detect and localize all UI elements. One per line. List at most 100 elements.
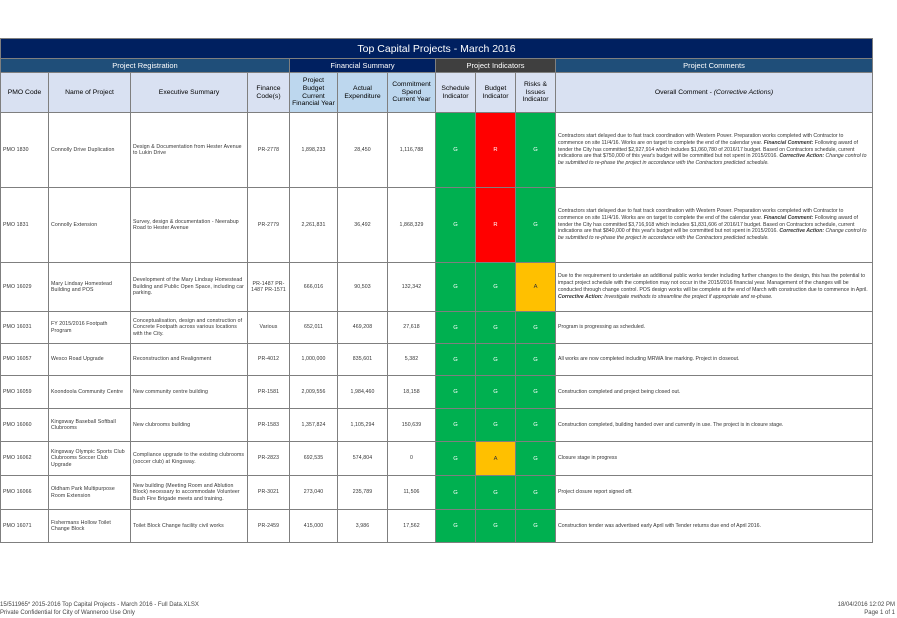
budget-indicator: G xyxy=(475,475,516,510)
budget-value: 1,898,233 xyxy=(289,112,338,188)
group-project-indicators: Project Indicators xyxy=(435,58,556,73)
group-project-comments: Project Comments xyxy=(555,58,873,73)
project-name: Oldham Park Multipurpose Room Extension xyxy=(48,475,131,510)
actual-value: 469,208 xyxy=(337,311,388,344)
financial-comment-label: Financial Comment: xyxy=(763,139,814,146)
finance-code: PR-4012 xyxy=(247,343,290,376)
schedule-indicator: G xyxy=(435,311,476,344)
finance-code: PR-2823 xyxy=(247,441,290,476)
schedule-indicator: G xyxy=(435,343,476,376)
actual-value: 1,105,294 xyxy=(337,408,388,442)
risks-indicator: G xyxy=(515,343,556,376)
budget-value: 415,000 xyxy=(289,509,338,543)
col-overall-comment: Overall Comment - (Corrective Actions) xyxy=(555,72,873,113)
table-row: PMO 16059 Koondoola Community Centre New… xyxy=(0,375,873,409)
executive-summary: Conceptualisation, design and constructi… xyxy=(130,311,248,344)
col-schedule-indicator: Schedule Indicator xyxy=(435,72,476,113)
risks-indicator: G xyxy=(515,311,556,344)
executive-summary: New building (Meeting Room and Ablution … xyxy=(130,475,248,510)
pmo-code: PMO 1830 xyxy=(0,112,49,188)
schedule-indicator: G xyxy=(435,475,476,510)
project-name: Fishermans Hollow Toilet Change Block xyxy=(48,509,131,543)
commitment-value: 17,562 xyxy=(387,509,436,543)
overall-comment: Program is progressing as scheduled. xyxy=(555,311,873,344)
budget-indicator: G xyxy=(475,311,516,344)
schedule-indicator: G xyxy=(435,509,476,543)
commitment-value: 11,506 xyxy=(387,475,436,510)
budget-indicator: G xyxy=(475,408,516,442)
actual-value: 574,804 xyxy=(337,441,388,476)
commitment-value: 0 xyxy=(387,441,436,476)
budget-value: 1,000,000 xyxy=(289,343,338,376)
budget-value: 273,040 xyxy=(289,475,338,510)
budget-indicator: G xyxy=(475,262,516,312)
commitment-value: 18,158 xyxy=(387,375,436,409)
overall-comment: All works are now completed including MR… xyxy=(555,343,873,376)
executive-summary: New clubrooms building xyxy=(130,408,248,442)
overall-comment: Construction completed, building handed … xyxy=(555,408,873,442)
project-name: Wesco Road Upgrade xyxy=(48,343,131,376)
commitment-value: 1,868,329 xyxy=(387,187,436,263)
project-name: Connolly Drive Duplication xyxy=(48,112,131,188)
project-name: Mary Lindsay Homestead Building and POS xyxy=(48,262,131,312)
executive-summary: Reconstruction and Realignment xyxy=(130,343,248,376)
actual-value: 90,503 xyxy=(337,262,388,312)
footer-file-info: 15/511965* 2015-2016 Top Capital Project… xyxy=(0,601,199,617)
table-row: PMO 16057 Wesco Road Upgrade Reconstruct… xyxy=(0,343,873,376)
capital-projects-table: Top Capital Projects - March 2016 Projec… xyxy=(0,38,873,543)
budget-indicator: G xyxy=(475,343,516,376)
finance-code: PR-2459 xyxy=(247,509,290,543)
footer-print-info: 18/04/2016 12:02 PM Page 1 of 1 xyxy=(838,601,895,617)
col-budget: Project Budget Current Financial Year xyxy=(289,72,338,113)
project-name: Koondoola Community Centre xyxy=(48,375,131,409)
corrective-action-label: Corrective Action: xyxy=(558,293,603,300)
commitment-value: 150,639 xyxy=(387,408,436,442)
col-pmo-code: PMO Code xyxy=(0,72,49,113)
risks-indicator: G xyxy=(515,375,556,409)
table-row: PMO 1831 Connolly Extension Survey, desi… xyxy=(0,187,873,263)
overall-comment: Due to the requirement to undertake an a… xyxy=(555,262,873,312)
pmo-code: PMO 16057 xyxy=(0,343,49,376)
budget-indicator: G xyxy=(475,509,516,543)
table-row: PMO 16029 Mary Lindsay Homestead Buildin… xyxy=(0,262,873,312)
schedule-indicator: G xyxy=(435,408,476,442)
table-row: PMO 16062 Kingsway Olympic Sports Club C… xyxy=(0,441,873,476)
pmo-code: PMO 16071 xyxy=(0,509,49,543)
table-row: PMO 16031 FY 2015/2016 Footpath Program … xyxy=(0,311,873,344)
pmo-code: PMO 16029 xyxy=(0,262,49,312)
col-finance-codes: Finance Code(s) xyxy=(247,72,290,113)
executive-summary: Survey, design & documentation - Neerabu… xyxy=(130,187,248,263)
actual-value: 835,601 xyxy=(337,343,388,376)
risks-indicator: G xyxy=(515,187,556,263)
commitment-value: 1,116,788 xyxy=(387,112,436,188)
executive-summary: Design & Documentation from Hester Avenu… xyxy=(130,112,248,188)
col-risks-indicator: Risks & Issues Indicator xyxy=(515,72,556,113)
risks-indicator: G xyxy=(515,408,556,442)
pmo-code: PMO 16060 xyxy=(0,408,49,442)
col-overall-comment-italic: (Corrective Actions) xyxy=(713,88,774,96)
table-row: PMO 1830 Connolly Drive Duplication Desi… xyxy=(0,112,873,188)
risks-indicator: G xyxy=(515,112,556,188)
financial-comment-label: Financial Comment: xyxy=(763,214,814,221)
budget-indicator: R xyxy=(475,112,516,188)
col-overall-comment-label: Overall Comment - xyxy=(654,88,714,96)
executive-summary: Development of the Mary Lindsay Homestea… xyxy=(130,262,248,312)
col-commitment: Commitment Spend Current Year xyxy=(387,72,436,113)
budget-value: 652,011 xyxy=(289,311,338,344)
budget-indicator: G xyxy=(475,375,516,409)
finance-code: PR-1583 xyxy=(247,408,290,442)
budget-value: 1,357,824 xyxy=(289,408,338,442)
risks-indicator: G xyxy=(515,441,556,476)
overall-comment: Project closure report signed off. xyxy=(555,475,873,510)
schedule-indicator: G xyxy=(435,187,476,263)
col-project-name: Name of Project xyxy=(48,72,131,113)
budget-indicator: R xyxy=(475,187,516,263)
schedule-indicator: G xyxy=(435,112,476,188)
project-name: FY 2015/2016 Footpath Program xyxy=(48,311,131,344)
footer-confidential: Private Confidential for City of Wannero… xyxy=(0,610,135,617)
overall-comment: Construction tender was advertised early… xyxy=(555,509,873,543)
col-actual: Actual Expenditure xyxy=(337,72,388,113)
corrective-action-label: Corrective Action: xyxy=(779,153,825,160)
corrective-action: Investigate methods to streamline the pr… xyxy=(602,293,773,300)
table-row: PMO 16066 Oldham Park Multipurpose Room … xyxy=(0,475,873,510)
